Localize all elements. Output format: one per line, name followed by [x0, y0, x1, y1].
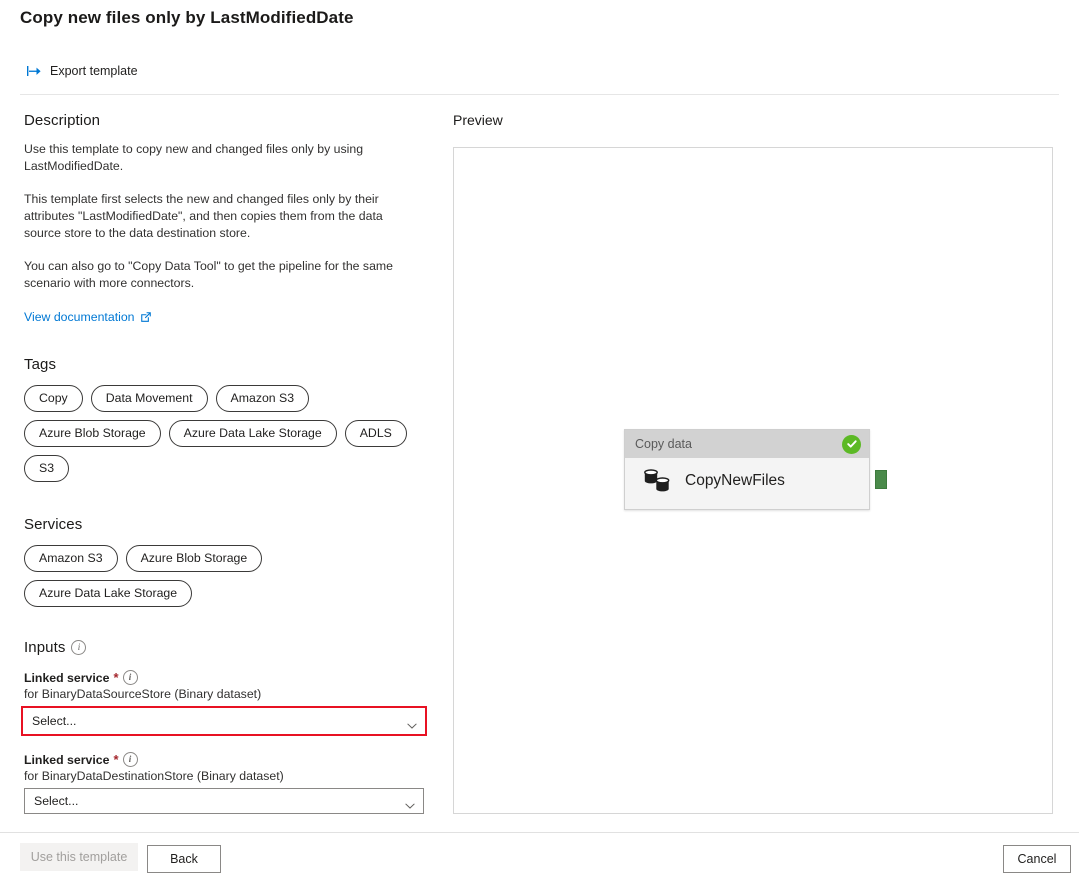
activity-type-label: Copy data — [635, 437, 692, 451]
details-column: Description Use this template to copy ne… — [24, 112, 428, 830]
back-button[interactable]: Back — [147, 845, 221, 873]
pipeline-activity-node[interactable]: Copy data Cop — [624, 429, 870, 510]
database-copy-icon — [643, 468, 673, 494]
linked-service-source-field: Linked service * i for BinaryDataSourceS… — [24, 670, 428, 736]
tags-heading: Tags — [24, 356, 428, 373]
tags-list: Copy Data Movement Amazon S3 Azure Blob … — [24, 385, 424, 482]
chevron-down-icon — [407, 718, 417, 724]
required-marker: * — [113, 673, 118, 683]
external-link-icon — [140, 311, 152, 323]
linked-service-destination-label: Linked service — [24, 753, 109, 767]
check-circle-icon — [842, 435, 861, 454]
service-pill: Amazon S3 — [24, 545, 118, 572]
tag-pill: Amazon S3 — [216, 385, 310, 412]
description-paragraph-2: This template first selects the new and … — [24, 191, 414, 242]
linked-service-destination-value: Select... — [34, 794, 78, 808]
services-list: Amazon S3 Azure Blob Storage Azure Data … — [24, 545, 424, 607]
linked-service-source-label-row: Linked service * i — [24, 670, 428, 685]
tag-pill: ADLS — [345, 420, 407, 447]
activity-node-header: Copy data — [625, 430, 869, 458]
description-paragraph-1: Use this template to copy new and change… — [24, 141, 414, 175]
page-title: Copy new files only by LastModifiedDate — [20, 8, 354, 28]
tag-pill: Copy — [24, 385, 83, 412]
inputs-heading: Inputs — [24, 639, 65, 656]
preview-heading: Preview — [453, 112, 503, 128]
tag-pill: Data Movement — [91, 385, 208, 412]
service-pill: Azure Blob Storage — [126, 545, 263, 572]
view-documentation-link[interactable]: View documentation — [24, 310, 152, 324]
service-pill: Azure Data Lake Storage — [24, 580, 192, 607]
linked-service-destination-sublabel: for BinaryDataDestinationStore (Binary d… — [24, 769, 428, 783]
tag-pill: S3 — [24, 455, 69, 482]
view-documentation-label: View documentation — [24, 310, 135, 324]
linked-service-source-value: Select... — [32, 714, 76, 728]
services-heading: Services — [24, 516, 428, 533]
info-icon[interactable]: i — [123, 752, 138, 767]
required-marker: * — [113, 755, 118, 765]
command-bar: Export template — [0, 56, 1079, 94]
linked-service-source-label: Linked service — [24, 671, 109, 685]
chevron-down-icon — [405, 798, 415, 804]
output-port[interactable] — [875, 470, 887, 489]
linked-service-destination-field: Linked service * i for BinaryDataDestina… — [24, 752, 428, 814]
info-icon[interactable]: i — [71, 640, 86, 655]
linked-service-destination-label-row: Linked service * i — [24, 752, 428, 767]
tag-pill: Azure Data Lake Storage — [169, 420, 337, 447]
preview-canvas[interactable]: Copy data Cop — [453, 147, 1053, 814]
info-icon[interactable]: i — [123, 670, 138, 685]
description-heading: Description — [24, 112, 428, 129]
description-paragraph-3: You can also go to "Copy Data Tool" to g… — [24, 258, 414, 292]
tag-pill: Azure Blob Storage — [24, 420, 161, 447]
inputs-heading-row: Inputs i — [24, 639, 428, 656]
cancel-button[interactable]: Cancel — [1003, 845, 1071, 873]
activity-node-body: CopyNewFiles — [625, 458, 869, 494]
command-bar-divider — [20, 94, 1059, 95]
export-template-label: Export template — [50, 64, 138, 78]
linked-service-source-dropdown[interactable]: Select... — [21, 706, 427, 736]
export-arrow-icon — [26, 64, 42, 78]
linked-service-source-sublabel: for BinaryDataSourceStore (Binary datase… — [24, 687, 428, 701]
export-template-button[interactable]: Export template — [24, 60, 144, 82]
linked-service-destination-dropdown[interactable]: Select... — [24, 788, 424, 814]
footer-divider — [0, 832, 1079, 833]
use-this-template-button[interactable]: Use this template — [20, 843, 138, 871]
activity-name-label: CopyNewFiles — [685, 472, 785, 490]
